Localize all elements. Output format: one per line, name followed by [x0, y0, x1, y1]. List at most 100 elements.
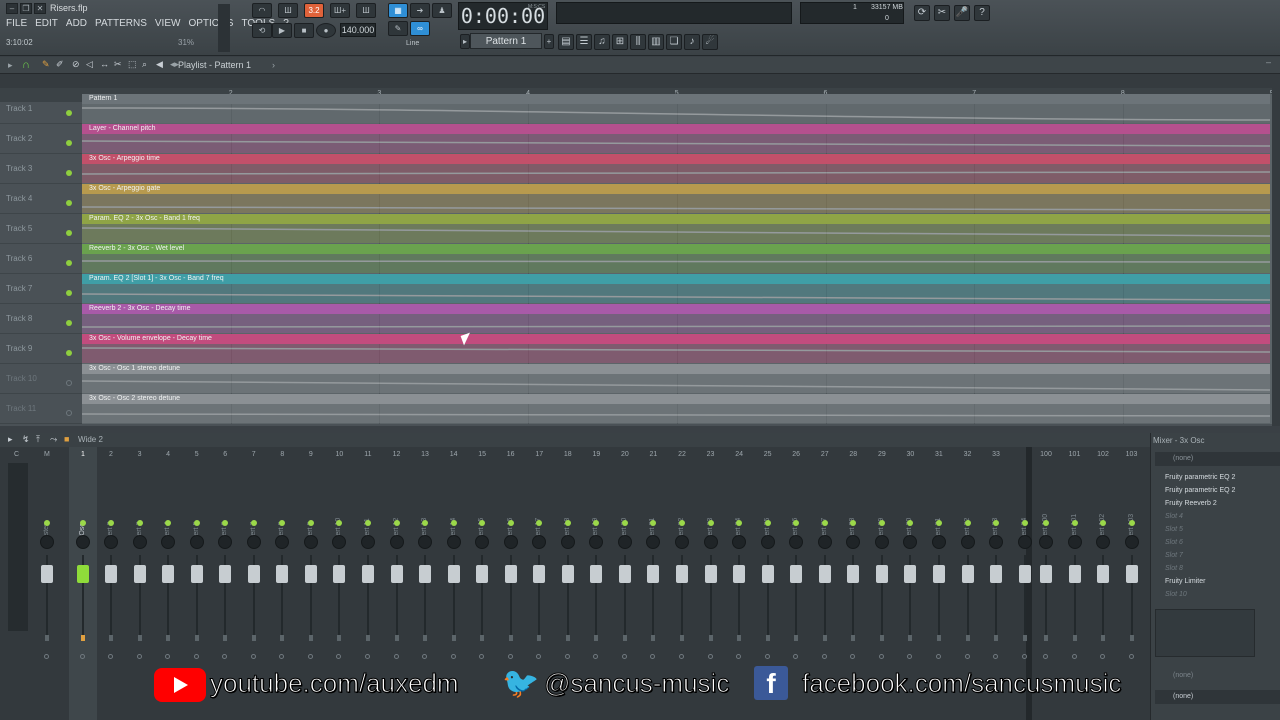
mixer-route-dot-icon[interactable]: [136, 654, 142, 659]
playlist-track[interactable]: Track 6 Reeverb 2 - 3x Osc - Wet level: [0, 244, 1272, 274]
mixer-enable-led-icon[interactable]: [307, 520, 314, 526]
mixer-route-icon[interactable]: [994, 635, 999, 641]
mixer-enable-led-icon[interactable]: [621, 520, 628, 526]
mixer-volume-fader[interactable]: [932, 565, 945, 583]
automation-clip-body[interactable]: [81, 104, 1271, 123]
mixer-route-dot-icon[interactable]: [935, 654, 941, 659]
mixer-output-select-2[interactable]: (none): [1155, 690, 1280, 704]
stop-button[interactable]: ■: [294, 23, 314, 38]
mixer-volume-fader[interactable]: [190, 565, 203, 583]
mixer-pan-knob[interactable]: [589, 535, 604, 549]
mixer-enable-led-icon[interactable]: [364, 520, 371, 526]
mixer-enable-led-icon[interactable]: [422, 520, 429, 526]
mixer-pan-knob[interactable]: [40, 535, 54, 549]
track-name[interactable]: Track 10: [6, 374, 37, 383]
mixer-route-dot-icon[interactable]: [821, 654, 827, 659]
mute-tool-icon[interactable]: ◁: [86, 59, 93, 70]
mixer-enable-led-icon[interactable]: [250, 520, 257, 526]
mixer-route-dot-icon[interactable]: [536, 654, 542, 659]
track-mute-led-icon[interactable]: [66, 320, 72, 326]
mixer-enable-led-icon[interactable]: [450, 520, 457, 526]
mixer-route-icon[interactable]: [622, 635, 627, 641]
arrow-right-icon[interactable]: ➔: [410, 3, 430, 18]
track-name[interactable]: Track 3: [6, 164, 32, 173]
track-name[interactable]: Track 1: [6, 104, 32, 113]
pattern-prev-icon[interactable]: ▸: [460, 34, 470, 49]
mixer-pan-knob[interactable]: [389, 535, 404, 549]
mixer-route-icon[interactable]: [537, 635, 542, 641]
mixer-enable-led-icon[interactable]: [108, 520, 114, 526]
minimize-icon[interactable]: –: [6, 3, 18, 14]
menu-item-edit[interactable]: EDIT: [35, 18, 58, 29]
mixer-volume-fader[interactable]: [647, 565, 660, 583]
mixer-route-icon[interactable]: [45, 635, 49, 641]
playlist-menu-arrow-icon[interactable]: ▸: [8, 60, 13, 71]
mixer-pan-knob[interactable]: [874, 535, 889, 549]
automation-clip-header[interactable]: Param. EQ 2 - 3x Osc - Band 1 freq: [82, 214, 1270, 224]
mixer-effect-slot[interactable]: Fruity parametric EQ 2: [1155, 471, 1280, 484]
mixer-route-dot-icon[interactable]: [393, 654, 399, 659]
automation-clip-body[interactable]: [81, 254, 1271, 273]
mixer-route-icon[interactable]: [680, 635, 684, 641]
mixer-volume-fader[interactable]: [162, 565, 175, 583]
mixer-route-dot-icon[interactable]: [736, 654, 742, 659]
mixer-route-dot-icon[interactable]: [793, 654, 799, 659]
mixer-route-icon[interactable]: [423, 635, 428, 641]
automation-clip-body[interactable]: [81, 404, 1271, 423]
mixer-route-icon[interactable]: [879, 635, 884, 641]
plugin-icon[interactable]: ❏: [666, 34, 682, 50]
mixer-volume-fader[interactable]: [990, 565, 1003, 583]
mixer-route-icon[interactable]: [508, 635, 513, 641]
automation-clip-header[interactable]: Reeverb 2 - 3x Osc - Decay time: [82, 304, 1270, 314]
browser-icon[interactable]: ⊞: [612, 34, 628, 50]
track-mute-led-icon[interactable]: [66, 230, 72, 236]
mixer-enable-led-icon[interactable]: [1021, 520, 1028, 526]
mixer-route-icon[interactable]: [594, 635, 599, 641]
automation-clip-body[interactable]: [81, 314, 1271, 333]
mixer-route-icon[interactable]: [394, 635, 399, 641]
mixer-route-icon[interactable]: [308, 635, 313, 641]
mixer-pan-knob[interactable]: [846, 535, 861, 549]
playlist-minimize-icon[interactable]: –: [1266, 57, 1271, 67]
mixer-volume-fader[interactable]: [476, 565, 489, 583]
mixer-pan-knob[interactable]: [646, 535, 661, 549]
mixer-route-dot-icon[interactable]: [450, 654, 456, 659]
mixer-output-select-1[interactable]: (none): [1155, 669, 1280, 683]
pattern-add-icon[interactable]: +: [544, 34, 554, 49]
mixer-volume-fader[interactable]: [41, 565, 53, 583]
track-mute-led-icon[interactable]: [66, 290, 72, 296]
mixer-route-icon[interactable]: [794, 635, 799, 641]
mixer-pan-knob[interactable]: [275, 535, 290, 549]
mixer-volume-fader[interactable]: [447, 565, 460, 583]
mixer-effect-slot[interactable]: Slot 5: [1155, 523, 1280, 536]
mixer-volume-fader[interactable]: [390, 565, 403, 583]
mixer-route-dot-icon[interactable]: [250, 654, 256, 659]
mixer-route-dot-icon[interactable]: [621, 654, 627, 659]
mixer-enable-led-icon[interactable]: [1043, 520, 1049, 526]
mixer-route-icon[interactable]: [936, 635, 941, 641]
track-name[interactable]: Track 2: [6, 134, 32, 143]
mixer-pan-knob[interactable]: [960, 535, 975, 549]
mixer-strip[interactable]: Master: [33, 447, 61, 720]
mixer-effect-slot[interactable]: Fruity parametric EQ 2: [1155, 484, 1280, 497]
mixer-route-dot-icon[interactable]: [1043, 654, 1048, 659]
mixer-route-icon[interactable]: [1022, 635, 1027, 641]
mixer-volume-fader[interactable]: [590, 565, 603, 583]
track-mute-led-icon[interactable]: [66, 200, 72, 206]
mixer-enable-led-icon[interactable]: [764, 520, 771, 526]
record-button[interactable]: ●: [316, 23, 336, 38]
channel-rack-icon[interactable]: ▥: [648, 34, 664, 50]
mixer-volume-fader[interactable]: [1125, 565, 1138, 583]
tempo-display[interactable]: 140.000: [340, 23, 376, 37]
mixer-route-dot-icon[interactable]: [307, 654, 313, 659]
playlist-scrollbar[interactable]: [1272, 74, 1280, 426]
mixer-pan-knob[interactable]: [475, 535, 490, 549]
mixer-volume-fader[interactable]: [733, 565, 746, 583]
restore-icon[interactable]: ❐: [20, 3, 32, 14]
playlist-track[interactable]: Track 2 Layer - Channel pitch: [0, 124, 1272, 154]
draw-tool-icon[interactable]: ✎: [42, 59, 50, 70]
automation-clip-header[interactable]: Reeverb 2 - 3x Osc - Wet level: [82, 244, 1270, 254]
refresh-icon[interactable]: ⟳: [914, 5, 930, 21]
mixer-pan-knob[interactable]: [76, 535, 90, 549]
mixer-volume-fader[interactable]: [618, 565, 631, 583]
